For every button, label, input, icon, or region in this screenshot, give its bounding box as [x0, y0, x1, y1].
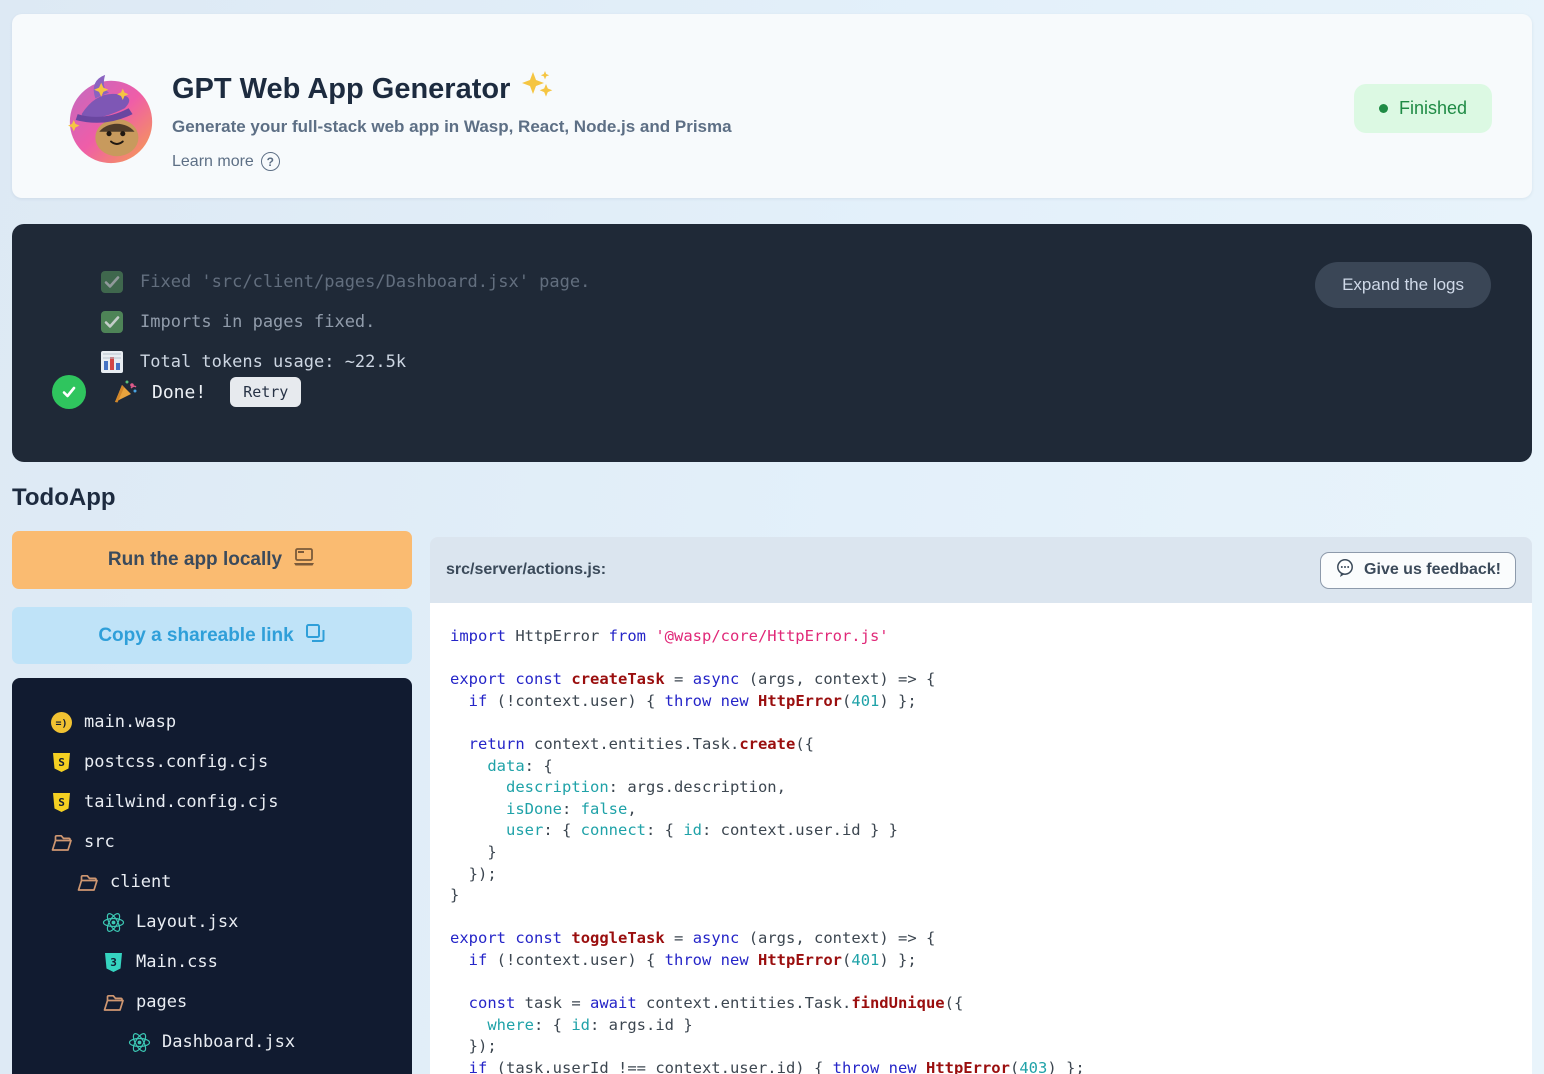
log-lines: Fixed 'src/client/pages/Dashboard.jsx' p…: [100, 262, 590, 382]
code-line: export const toggleTask = async (args, c…: [450, 928, 1532, 950]
status-dot-icon: [1379, 104, 1388, 113]
check-icon: [100, 270, 124, 294]
speech-bubble-icon: [1335, 558, 1356, 583]
tree-item-client[interactable]: client: [12, 862, 412, 902]
svg-text:S: S: [58, 756, 65, 769]
tree-item-main-wasp[interactable]: =) main.wasp: [12, 702, 412, 742]
code-line: user: { connect: { id: context.user.id }…: [450, 820, 1532, 842]
code-line: if (!context.user) { throw new HttpError…: [450, 950, 1532, 972]
svg-text:S: S: [58, 796, 65, 809]
retry-button[interactable]: Retry: [230, 377, 301, 407]
status-badge: Finished: [1354, 84, 1492, 133]
code-line: isDone: false,: [450, 799, 1532, 821]
tree-label: tailwind.config.cjs: [84, 792, 278, 812]
code-line: [450, 907, 1532, 929]
react-icon: [102, 911, 125, 934]
success-check-icon: [52, 375, 86, 409]
done-text: Done!: [152, 382, 206, 403]
code-line: import HttpError from '@wasp/core/HttpEr…: [450, 626, 1532, 648]
code-line: if (task.userId !== context.user.id) { t…: [450, 1058, 1532, 1074]
tree-label: Dashboard.jsx: [162, 1032, 295, 1052]
status-badge-label: Finished: [1399, 98, 1467, 119]
page-title: GPT Web App Generator: [172, 70, 732, 108]
tree-item-postcss-config-cjs[interactable]: Spostcss.config.cjs: [12, 742, 412, 782]
log-line: Fixed 'src/client/pages/Dashboard.jsx' p…: [100, 262, 590, 302]
generation-log-panel: Fixed 'src/client/pages/Dashboard.jsx' p…: [12, 224, 1532, 462]
log-text: Fixed 'src/client/pages/Dashboard.jsx' p…: [140, 272, 590, 292]
code-line: });: [450, 1036, 1532, 1058]
copy-shareable-link-button[interactable]: Copy a shareable link: [12, 607, 412, 664]
log-line: Imports in pages fixed.: [100, 302, 590, 342]
folder-icon: [50, 831, 73, 854]
code-line: where: { id: args.id }: [450, 1015, 1532, 1037]
copy-icon: [304, 622, 326, 650]
tree-item-tailwind-config-cjs[interactable]: Stailwind.config.cjs: [12, 782, 412, 822]
tree-label: Layout.jsx: [136, 912, 238, 932]
code-line: return context.entities.Task.create({: [450, 734, 1532, 756]
done-row: Done! Retry: [52, 375, 301, 409]
tree-label: main.wasp: [84, 712, 176, 732]
code-line: [450, 712, 1532, 734]
chart-icon: [100, 350, 124, 374]
code-header: src/server/actions.js: Give us feedback!: [430, 537, 1532, 603]
sparkles-icon: [520, 70, 554, 108]
party-popper-icon: [112, 379, 138, 405]
run-app-locally-button[interactable]: Run the app locally: [12, 531, 412, 589]
folder-icon: [102, 991, 125, 1014]
svg-text:=): =): [55, 718, 67, 729]
learn-more-label: Learn more: [172, 153, 254, 171]
wasp-icon: =): [50, 711, 73, 734]
code-line: }: [450, 842, 1532, 864]
page-title-text: GPT Web App Generator: [172, 73, 510, 106]
page-subtitle: Generate your full-stack web app in Wasp…: [172, 117, 732, 137]
code-line: [450, 972, 1532, 994]
tree-label: client: [110, 872, 171, 892]
svg-text:3: 3: [110, 956, 117, 969]
run-app-label: Run the app locally: [108, 549, 282, 571]
copy-link-label: Copy a shareable link: [98, 625, 293, 647]
tree-label: src: [84, 832, 115, 852]
tree-item-layout-jsx[interactable]: Layout.jsx: [12, 902, 412, 942]
feedback-button[interactable]: Give us feedback!: [1320, 552, 1516, 589]
log-text: Imports in pages fixed.: [140, 312, 375, 332]
tree-item-main-css[interactable]: 3 Main.css: [12, 942, 412, 982]
css-shield-icon: 3: [102, 951, 125, 974]
code-line: data: {: [450, 756, 1532, 778]
feedback-label: Give us feedback!: [1364, 561, 1501, 579]
js-shield-icon: S: [50, 751, 73, 774]
js-shield-icon: S: [50, 791, 73, 814]
tree-item-pages[interactable]: pages: [12, 982, 412, 1022]
code-content: import HttpError from '@wasp/core/HttpEr…: [430, 603, 1532, 1074]
app-name-heading: TodoApp: [12, 484, 116, 512]
tree-label: postcss.config.cjs: [84, 752, 268, 772]
tree-label: Main.css: [136, 952, 218, 972]
code-line: [450, 648, 1532, 670]
code-file-label: src/server/actions.js:: [446, 561, 606, 579]
tree-item-dashboard-jsx[interactable]: Dashboard.jsx: [12, 1022, 412, 1062]
check-icon: [100, 310, 124, 334]
wasp-mage-mascot-logo: [62, 69, 160, 167]
laptop-icon: [292, 547, 316, 573]
code-line: description: args.description,: [450, 777, 1532, 799]
code-line: if (!context.user) { throw new HttpError…: [450, 691, 1532, 713]
learn-more-link[interactable]: Learn more ?: [172, 152, 280, 171]
header-card: GPT Web App Generator Generate your full…: [12, 14, 1532, 198]
code-line: }: [450, 885, 1532, 907]
folder-icon: [76, 871, 99, 894]
code-line: export const createTask = async (args, c…: [450, 669, 1532, 691]
tree-item-src[interactable]: src: [12, 822, 412, 862]
file-tree-panel: =)main.waspSpostcss.config.cjsStailwind.…: [12, 678, 412, 1074]
tree-label: pages: [136, 992, 187, 1012]
code-panel: src/server/actions.js: Give us feedback!…: [430, 537, 1532, 1074]
code-line: const task = await context.entities.Task…: [450, 993, 1532, 1015]
expand-logs-button[interactable]: Expand the logs: [1315, 262, 1491, 308]
code-line: });: [450, 864, 1532, 886]
react-icon: [128, 1031, 151, 1054]
file-tree-list: =)main.waspSpostcss.config.cjsStailwind.…: [12, 702, 412, 1062]
question-circle-icon: ?: [261, 152, 280, 171]
log-text: Total tokens usage: ~22.5k: [140, 352, 406, 372]
